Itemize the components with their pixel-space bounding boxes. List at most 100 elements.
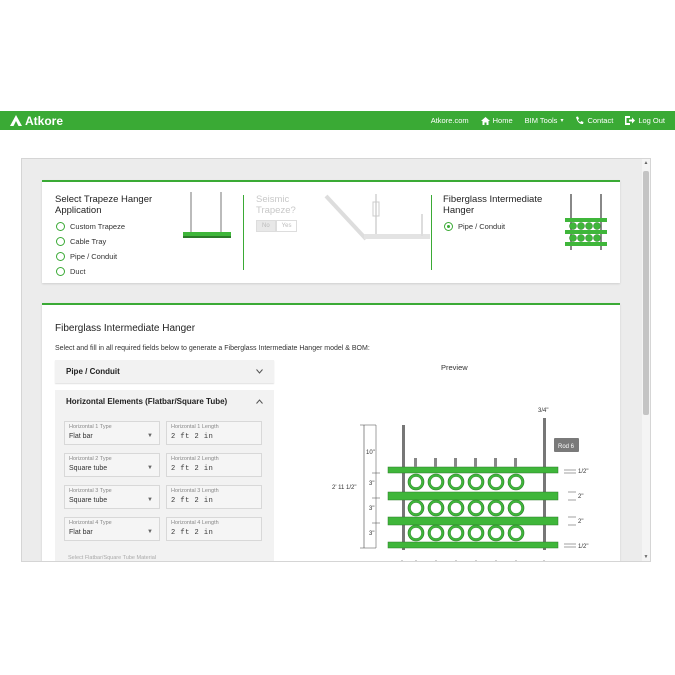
phone-icon: [576, 116, 584, 125]
chevron-down-icon: ▾: [560, 118, 564, 124]
bottom-dimension-ticks: [401, 560, 545, 561]
nav-contact-link[interactable]: Contact: [575, 116, 613, 125]
horizontal-2-type-label: Horizontal 2 Type: [69, 456, 112, 462]
rod-right: [543, 418, 546, 550]
application-selector-card: Select Trapeze Hanger Application Custom…: [42, 180, 620, 283]
horizontal-3-length-input[interactable]: Horizontal 3 Length 2 ft 2 in: [166, 485, 262, 509]
dim-top-label: 3/4": [538, 408, 548, 414]
horizontal-4-length-label: Horizontal 4 Length: [171, 520, 219, 526]
nav-logout-link[interactable]: Log Out: [625, 116, 665, 125]
nav-bim-tools-dropdown[interactable]: BIM Tools ▾: [525, 116, 564, 125]
config-title: Fiberglass Intermediate Hanger: [55, 323, 196, 334]
horizontal-4-type-label: Horizontal 4 Type: [69, 520, 112, 526]
atkore-logo-icon: [10, 115, 22, 126]
hanger-preview-drawing: 2' 11 1/2" 10" 3" 3" 3" 3/4" Rod 6 1/2" …: [332, 408, 588, 561]
radio-duct[interactable]: [56, 267, 65, 276]
pipe-conduit-accordion[interactable]: Pipe / Conduit: [55, 360, 274, 383]
dim-gap2-label: 3": [369, 506, 374, 512]
seismic-trapeze-title: Seismic Trapeze?: [256, 194, 296, 216]
radio-pipe-conduit[interactable]: [56, 252, 65, 261]
horizontal-4-type-select[interactable]: Horizontal 4 Type Flat bar ▼: [64, 517, 160, 541]
scroll-up-icon[interactable]: ▲: [643, 160, 649, 166]
option-custom-trapeze[interactable]: Custom Trapeze: [56, 222, 125, 231]
scrollbar-thumb[interactable]: [643, 171, 649, 415]
bolt-studs: [414, 458, 517, 467]
option-custom-trapeze-label: Custom Trapeze: [70, 222, 126, 231]
horizontal-1-length-value: 2 ft 2 in: [171, 433, 214, 441]
dim-r2-label: 2": [578, 494, 583, 500]
horizontal-2-type-value: Square tube: [69, 465, 108, 472]
dim-gap1-label: 3": [369, 481, 374, 487]
option-fiberglass-pipe-conduit-label: Pipe / Conduit: [458, 222, 506, 231]
radio-cable-tray[interactable]: [56, 237, 65, 246]
dim-r1-label: 1/2": [578, 469, 588, 475]
dim-total-label: 2' 11 1/2": [332, 485, 357, 491]
option-fiberglass-pipe-conduit[interactable]: Pipe / Conduit: [444, 222, 505, 231]
horizontal-1-type-select[interactable]: Horizontal 1 Type Flat bar ▼: [64, 421, 160, 445]
horizontal-4-bar: [387, 541, 559, 549]
material-select-label: Select Flatbar/Square Tube Material: [68, 555, 157, 561]
horizontal-3-length-value: 2 ft 2 in: [171, 497, 214, 505]
horizontal-2-length-label: Horizontal 2 Length: [171, 456, 219, 462]
option-cable-tray[interactable]: Cable Tray: [56, 237, 106, 246]
scroll-down-icon[interactable]: ▼: [643, 554, 649, 560]
nav-contact-label: Contact: [587, 116, 614, 125]
seismic-trapeze-image: [324, 194, 430, 241]
horizontal-elements-accordion: Horizontal Elements (Flatbar/Square Tube…: [55, 390, 274, 561]
dropdown-caret-icon: ▼: [147, 529, 153, 535]
horizontal-4-length-value: 2 ft 2 in: [171, 529, 214, 537]
pipe-row-2: [407, 499, 525, 517]
chevron-down-icon: [256, 369, 263, 374]
horizontal-elements-label: Horizontal Elements (Flatbar/Square Tube…: [66, 397, 228, 406]
horizontal-3-length-label: Horizontal 3 Length: [171, 488, 219, 494]
horizontal-2-length-value: 2 ft 2 in: [171, 465, 214, 473]
option-duct[interactable]: Duct: [56, 267, 85, 276]
radio-fiberglass-pipe-conduit[interactable]: [444, 222, 453, 231]
content-frame: Select Trapeze Hanger Application Custom…: [21, 158, 651, 562]
horizontal-1-type-value: Flat bar: [69, 433, 93, 440]
option-cable-tray-label: Cable Tray: [70, 237, 107, 246]
section-divider-1: [243, 195, 244, 270]
option-pipe-conduit[interactable]: Pipe / Conduit: [56, 252, 117, 261]
horizontal-4-length-input[interactable]: Horizontal 4 Length 2 ft 2 in: [166, 517, 262, 541]
horizontal-3-type-label: Horizontal 3 Type: [69, 488, 112, 494]
radio-custom-trapeze[interactable]: [56, 222, 65, 231]
preview-label: Preview: [441, 363, 468, 372]
horizontal-2-type-select[interactable]: Horizontal 2 Type Square tube ▼: [64, 453, 160, 477]
home-icon: [480, 116, 490, 125]
brand-name: Atkore: [25, 113, 64, 128]
nav-home-label: Home: [492, 116, 513, 125]
rod-callout-label: Rod 6: [558, 444, 575, 450]
horizontal-1-bar: [387, 466, 559, 474]
nav-logout-label: Log Out: [638, 116, 665, 125]
option-pipe-conduit-label: Pipe / Conduit: [70, 252, 118, 261]
dim-r4-label: 1/2": [578, 544, 588, 550]
section-divider-2: [431, 195, 432, 270]
seismic-toggle[interactable]: No Yes: [256, 220, 298, 232]
dim-gap3-label: 3": [369, 531, 374, 537]
option-duct-label: Duct: [70, 267, 86, 276]
seismic-yes-button[interactable]: Yes: [275, 220, 298, 232]
nav-atkore-label: Atkore.com: [430, 116, 469, 125]
dropdown-caret-icon: ▼: [147, 497, 153, 503]
nav-atkore-link[interactable]: Atkore.com: [431, 116, 469, 125]
nav-menu: Atkore.com Home BIM Tools ▾ Contact Log …: [431, 116, 665, 125]
horizontal-1-length-input[interactable]: Horizontal 1 Length 2 ft 2 in: [166, 421, 262, 445]
horizontal-3-type-value: Square tube: [69, 497, 108, 504]
horizontal-4-type-value: Flat bar: [69, 529, 93, 536]
horizontal-1-length-label: Horizontal 1 Length: [171, 424, 219, 430]
nav-home-link[interactable]: Home: [480, 116, 513, 125]
brand-logo[interactable]: Atkore: [10, 114, 63, 128]
horizontal-3-bar: [387, 516, 559, 526]
vertical-scrollbar[interactable]: ▲ ▼: [642, 159, 650, 561]
seismic-no-button[interactable]: No: [256, 220, 276, 232]
top-nav-bar: Atkore Atkore.com Home BIM Tools ▾ Conta…: [0, 111, 675, 130]
nav-bim-label: BIM Tools: [524, 116, 558, 125]
pipe-conduit-accordion-label: Pipe / Conduit: [66, 367, 120, 376]
horizontal-3-type-select[interactable]: Horizontal 3 Type Square tube ▼: [64, 485, 160, 509]
fiberglass-hanger-title: Fiberglass Intermediate Hanger: [443, 194, 543, 216]
horizontal-elements-header[interactable]: Horizontal Elements (Flatbar/Square Tube…: [55, 390, 274, 413]
pipe-row-1: [407, 473, 525, 491]
horizontal-2-length-input[interactable]: Horizontal 2 Length 2 ft 2 in: [166, 453, 262, 477]
horizontal-2-bar: [387, 491, 559, 501]
